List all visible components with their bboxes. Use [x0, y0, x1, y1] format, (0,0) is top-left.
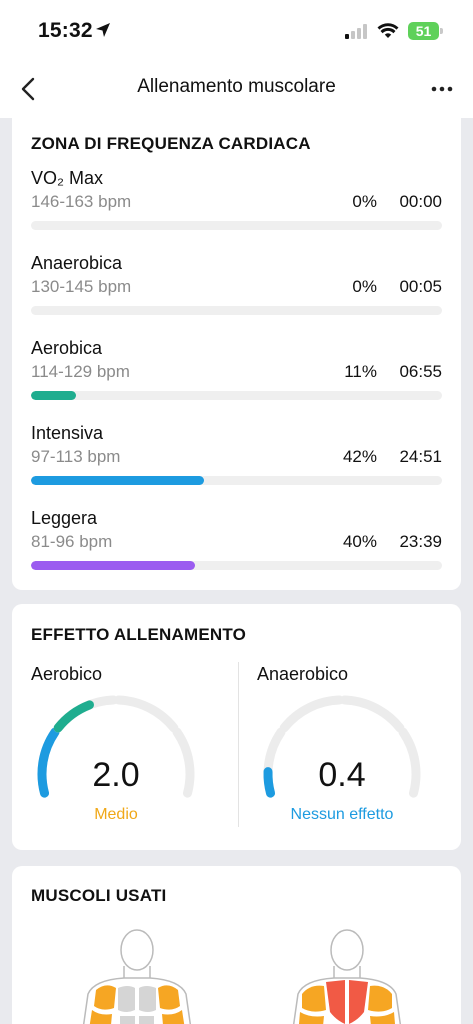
gauge-segment-fill [53, 700, 94, 733]
battery-icon: 51 [408, 22, 439, 40]
zone-range: 114-129 bpm [31, 362, 130, 381]
more-options-icon[interactable] [425, 74, 459, 104]
zone-row: Anaerobica 130-145 bpm 0% 00:05 [31, 253, 442, 333]
battery-level: 51 [415, 23, 432, 39]
battery-tip [440, 28, 443, 34]
zone-time: 00:05 [399, 277, 442, 296]
zone-progress-fill [31, 476, 204, 485]
zone-name: VO₂ Max [31, 168, 103, 188]
zone-progress-track [31, 221, 442, 230]
zone-progress-track [31, 391, 442, 400]
page-title: Allenamento muscolare [137, 76, 336, 97]
anaerobic-level: Nessun effetto [290, 806, 394, 823]
zone-percent: 40% [342, 532, 377, 551]
wifi-icon [377, 23, 399, 38]
heart-rate-zone-title: ZONA DI FREQUENZA CARDIACA [31, 134, 311, 153]
zone-time: 00:00 [399, 192, 442, 211]
zone-percent: 0% [352, 192, 377, 211]
front-body-figure [82, 929, 192, 1024]
heart-rate-zone-card: ZONA DI FREQUENZA CARDIACA VO₂ Max 146-1… [12, 112, 461, 590]
zone-percent: 11% [344, 362, 377, 381]
gauge-segment-track [340, 695, 405, 733]
training-effect-card: EFFETTO ALLENAMENTO Aerobico 2.0 Medio A… [12, 604, 461, 850]
zone-row: Aerobica 114-129 bpm 11% 06:55 [31, 338, 442, 418]
training-effect-title: EFFETTO ALLENAMENTO [31, 625, 247, 644]
zone-progress-track [31, 476, 442, 485]
zone-name: Anaerobica [31, 253, 123, 273]
aerobic-label: Aerobico [31, 664, 103, 684]
anaerobic-value: 0.4 [318, 756, 366, 794]
anaerobic-label: Anaerobico [257, 664, 349, 684]
gauge-segment-track [114, 695, 179, 733]
zone-percent: 42% [342, 447, 377, 466]
aerobic-level: Medio [94, 806, 138, 823]
zone-name: Intensiva [31, 423, 104, 443]
zone-progress-track [31, 561, 442, 570]
zone-name: Leggera [31, 508, 98, 528]
zone-time: 24:51 [399, 447, 442, 466]
zone-progress-fill [31, 561, 196, 570]
gauge-divider [238, 662, 239, 827]
zone-name: Aerobica [31, 338, 103, 358]
aerobic-value: 2.0 [92, 756, 140, 794]
zone-range: 130-145 bpm [31, 277, 132, 296]
zone-range: 97-113 bpm [31, 447, 121, 466]
gauge-segment-track [279, 695, 344, 733]
cellular-signal-icon [345, 24, 367, 39]
anaerobic-gauge: Anaerobico 0.4 Nessun effetto [257, 660, 457, 830]
location-arrow-icon [96, 23, 110, 37]
zone-progress-track [31, 306, 442, 315]
zone-range: 146-163 bpm [31, 192, 132, 211]
zone-time: 06:55 [399, 362, 442, 381]
zone-row: VO₂ Max 146-163 bpm 0% 00:00 [31, 168, 442, 248]
status-bar: 15:32 51 [0, 0, 473, 62]
zone-percent: 0% [352, 277, 377, 296]
zone-time: 23:39 [399, 532, 442, 551]
muscles-used-card: MUSCOLI USATI [12, 866, 461, 1024]
aerobic-gauge: Aerobico 2.0 Medio [31, 660, 231, 830]
zone-progress-fill [31, 391, 77, 400]
nav-bar: Allenamento muscolare [0, 62, 473, 118]
zone-row: Intensiva 97-113 bpm 42% 24:51 [31, 423, 442, 503]
status-time: 15:32 [38, 19, 93, 42]
zone-range: 81-96 bpm [31, 532, 113, 551]
zone-row: Leggera 81-96 bpm 40% 23:39 [31, 508, 442, 588]
back-body-figure [292, 929, 402, 1024]
muscles-used-title: MUSCOLI USATI [31, 886, 167, 905]
